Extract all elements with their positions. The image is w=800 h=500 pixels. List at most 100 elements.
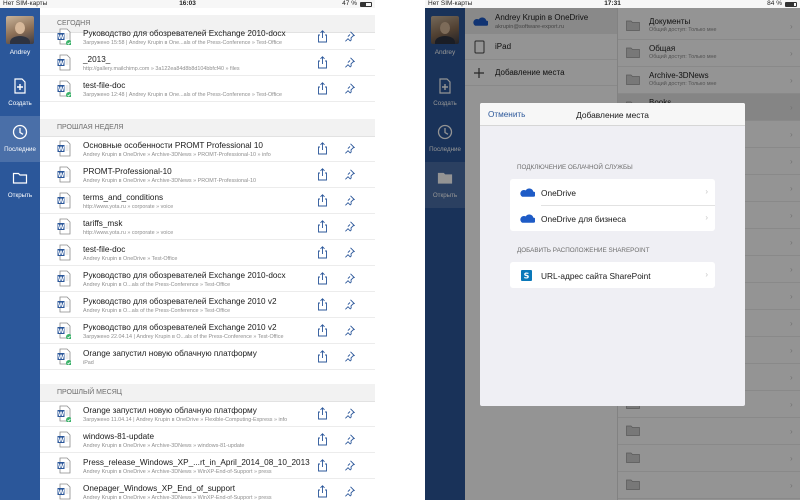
word-document-icon: W [57,483,71,500]
word-document-icon: W [57,405,71,422]
onedrive-option[interactable]: OneDrive › [510,179,715,205]
word-document-icon: W [57,322,71,339]
recent-file-row[interactable]: W Основные особенности PROMT Professional… [40,136,375,162]
share-icon[interactable] [317,324,328,337]
share-icon[interactable] [317,56,328,69]
cloud-service-label: ПОДКЛЮЧЕНИЕ ОБЛАЧНОЙ СЛУЖБЫ [517,164,633,171]
pin-icon[interactable] [344,83,355,94]
folder-icon [12,172,28,184]
file-location: http://gallery.mailchimp.com » 3a122ea84… [83,65,240,72]
file-location: Andrey Krupin в OneDrive » Archive-3DNew… [83,177,257,184]
pin-icon[interactable] [344,221,355,232]
file-location: Andrey Krupin в OneDrive » Archive-3DNew… [83,151,271,158]
share-icon[interactable] [317,272,328,285]
svg-text:W: W [58,328,65,335]
file-name: test-file-doc [83,245,126,254]
share-icon[interactable] [317,220,328,233]
file-name: Orange запустил новую облачную платформу [83,406,257,415]
share-icon[interactable] [317,485,328,498]
pin-icon[interactable] [344,460,355,471]
share-icon[interactable] [317,433,328,446]
recent-file-row[interactable]: Wwindows-81-update Andrey Krupin в OneDri… [40,427,375,453]
share-icon[interactable] [317,350,328,363]
nav-recent-label: Последние [4,146,36,153]
nav-open-label: Открыть [7,192,33,199]
pin-icon[interactable] [344,169,355,180]
sharepoint-url-option[interactable]: S URL-адрес сайта SharePoint › [510,262,715,288]
pin-icon[interactable] [344,195,355,206]
recent-file-row[interactable]: Wtest-file-doc Загружено 12:48 | Andrey K… [40,76,375,102]
file-name: PROMT-Professional-10 [83,167,172,176]
battery-fill [361,3,366,6]
svg-text:W: W [58,250,65,257]
share-icon[interactable] [317,82,328,95]
cloud-service-group: OneDrive › OneDrive для бизнеса › [510,179,715,231]
battery-percent: 47 % [342,0,357,7]
sharepoint-group: S URL-адрес сайта SharePoint › [510,262,715,288]
recent-file-row[interactable]: W Руководство для обозревателей Exchange … [40,24,375,50]
svg-text:W: W [58,354,65,361]
share-icon[interactable] [317,168,328,181]
svg-text:W: W [58,60,65,67]
battery-fill [786,3,795,6]
file-location: Загружено 11.04.14 | Andrey Krupin в One… [83,416,288,423]
section-last-week: ПРОШЛАЯ НЕДЕЛЯ [40,119,375,137]
new-document-icon [14,78,26,94]
file-name: _2013_ [83,55,111,64]
pin-icon[interactable] [344,143,355,154]
share-icon[interactable] [317,407,328,420]
share-icon[interactable] [317,298,328,311]
nav-recent[interactable]: Последние [0,116,40,162]
pin-icon[interactable] [344,31,355,42]
pin-icon[interactable] [344,247,355,258]
file-name: Press_release_Windows_XP_...rt_in_April_… [83,458,310,467]
pin-icon[interactable] [344,299,355,310]
onedrive-business-option[interactable]: OneDrive для бизнеса › [510,205,715,231]
pin-icon[interactable] [344,57,355,68]
file-name: Orange запустил новую облачную платформу [83,349,257,358]
pin-icon[interactable] [344,408,355,419]
onedrive-option-label: OneDrive [541,188,577,198]
pin-icon[interactable] [344,351,355,362]
share-icon[interactable] [317,30,328,43]
recent-file-row[interactable]: W Onepager_Windows_XP_End_of_support Andre… [40,479,375,500]
recent-file-row[interactable]: W Руководство для обозревателей Exchange … [40,292,375,318]
recent-file-row[interactable]: W Руководство для обозревателей Exchange … [40,266,375,292]
pin-icon[interactable] [344,273,355,284]
add-place-dialog: Отменить Добавление места ПОДКЛЮЧЕНИЕ ОБ… [480,103,745,406]
svg-text:W: W [58,172,65,179]
file-name: Руководство для обозревателей Exchange 2… [83,271,286,280]
svg-text:W: W [58,437,65,444]
clock-icon [12,124,28,140]
recent-file-row[interactable]: W Руководство для обозревателей Exchange … [40,318,375,344]
recent-file-row[interactable]: W Orange запустил новую облачную платформ… [40,344,375,370]
open-screen: Нет SIM-карты 17:31 84 % Andrey Создать … [425,0,800,500]
recent-file-row[interactable]: Wtest-file-doc Andrey Krupin в OneDrive »… [40,240,375,266]
recent-file-row[interactable]: W _2013_ http://gallery.mailchimp.com » 3a… [40,50,375,76]
recent-file-row[interactable]: Wtariffs_msk http://www.yota.ru » corpora… [40,214,375,240]
recent-file-row[interactable]: W Press_release_Windows_XP_...rt_in_April… [40,453,375,479]
svg-text:W: W [58,224,65,231]
clock: 16:03 [179,0,196,7]
share-icon[interactable] [317,246,328,259]
share-icon[interactable] [317,142,328,155]
share-icon[interactable] [317,459,328,472]
recent-file-row[interactable]: Wterms_and_conditions http://www.yota.ru … [40,188,375,214]
section-last-month: ПРОШЛЫЙ МЕСЯЦ [40,384,375,402]
web-document-icon: W [57,54,71,71]
nav-open[interactable]: Открыть [0,162,40,208]
file-name: Руководство для обозревателей Exchange 2… [83,29,286,38]
pin-icon[interactable] [344,486,355,497]
avatar[interactable] [6,16,34,44]
svg-text:W: W [58,411,65,418]
recent-file-row[interactable]: W PROMT-Professional-10 Andrey Krupin в On… [40,162,375,188]
svg-text:W: W [58,146,65,153]
svg-text:W: W [58,34,65,41]
file-location: Andrey Krupin в O...als of the Press-Con… [83,281,231,288]
recent-file-row[interactable]: W Orange запустил новую облачную платформ… [40,401,375,427]
share-icon[interactable] [317,194,328,207]
pin-icon[interactable] [344,325,355,336]
pin-icon[interactable] [344,434,355,445]
nav-create[interactable]: Создать [0,70,40,116]
file-name: Руководство для обозревателей Exchange 2… [83,323,277,332]
